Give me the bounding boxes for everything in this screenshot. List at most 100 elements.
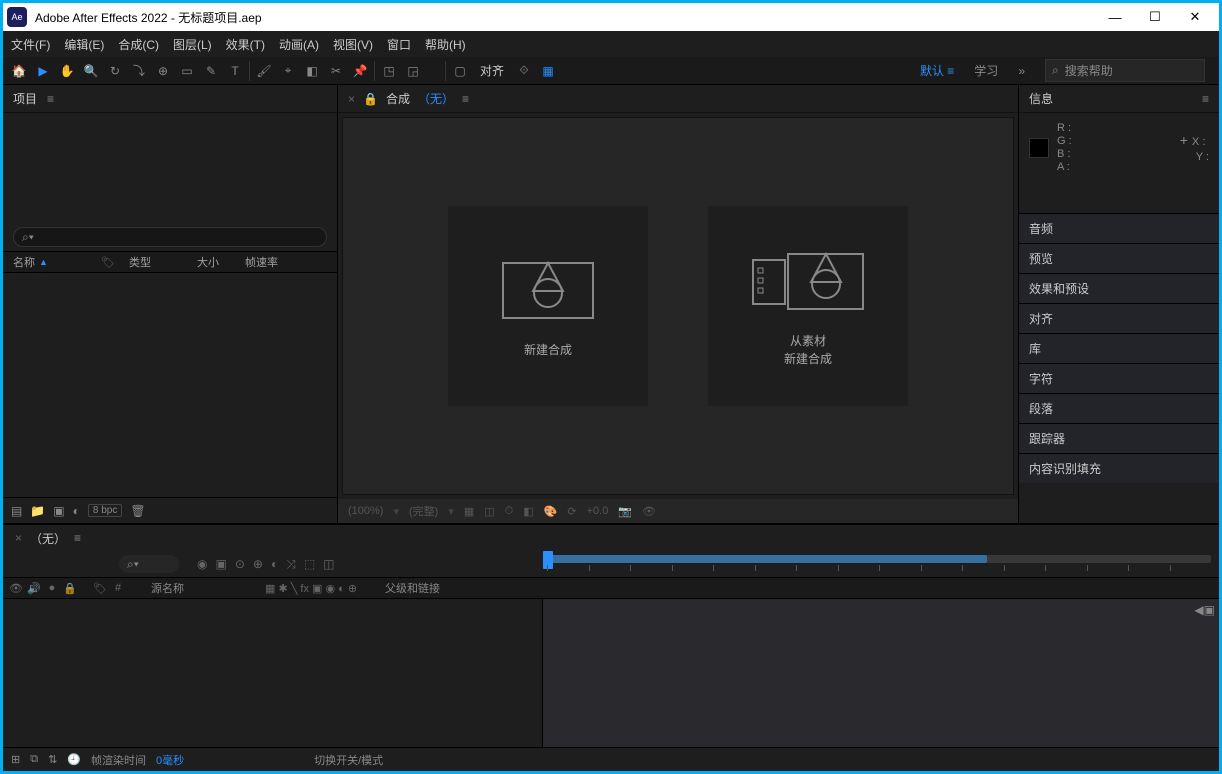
mask-icon[interactable]: ◫ — [484, 505, 494, 518]
home-tool[interactable]: 🏠 — [7, 59, 31, 83]
menu-help[interactable]: 帮助(H) — [425, 36, 466, 53]
adjust-icon[interactable]: ◐ — [73, 504, 80, 518]
panel-audio[interactable]: 音频 — [1019, 213, 1219, 243]
tl-icon[interactable]: ⤨ — [286, 557, 296, 572]
new-comp-icon[interactable]: ▣ — [53, 504, 64, 518]
maximize-button[interactable]: ☐ — [1135, 3, 1175, 31]
panel-align[interactable]: 对齐 — [1019, 303, 1219, 333]
panel-character[interactable]: 字符 — [1019, 363, 1219, 393]
refresh-icon[interactable]: ⟳ — [567, 505, 576, 518]
source-name-column[interactable]: 源名称 — [151, 580, 261, 596]
brush-tool[interactable]: 🖌 — [252, 59, 276, 83]
type-tool[interactable]: T — [223, 59, 247, 83]
close-button[interactable]: ✕ — [1175, 3, 1215, 31]
tl-icon[interactable]: ⬚ — [304, 557, 315, 572]
puppet-tool[interactable]: 📌 — [348, 59, 372, 83]
new-comp-from-footage-button[interactable]: 从素材新建合成 — [708, 206, 908, 406]
lock-icon[interactable]: 🔒 — [63, 582, 77, 595]
marker-icon[interactable]: ◀▣ — [1194, 603, 1215, 617]
parent-column[interactable]: 父级和链接 — [385, 580, 440, 596]
exposure-value[interactable]: +0.0 — [587, 505, 609, 517]
menu-animation[interactable]: 动画(A) — [279, 36, 319, 53]
panel-content-aware[interactable]: 内容识别填充 — [1019, 453, 1219, 483]
workspace-default[interactable]: 默认 ≡ — [920, 62, 954, 79]
minimize-button[interactable]: — — [1095, 3, 1135, 31]
eraser-tool[interactable]: ◧ — [300, 59, 324, 83]
zoom-tool[interactable]: 🔍 — [79, 59, 103, 83]
panel-tracker[interactable]: 跟踪器 — [1019, 423, 1219, 453]
lock-icon[interactable]: 🔒 — [363, 92, 378, 106]
project-items[interactable] — [3, 273, 337, 497]
anchor-tool[interactable]: ⊕ — [151, 59, 175, 83]
solo-icon[interactable]: ● — [45, 582, 59, 594]
orbit-tool[interactable]: ↻ — [103, 59, 127, 83]
workspace-learn[interactable]: 学习 — [974, 62, 998, 79]
folder-icon[interactable]: 📁 — [30, 504, 45, 518]
region-icon[interactable]: ◧ — [523, 505, 533, 518]
help-search[interactable]: ⌕ 搜索帮助 — [1045, 59, 1205, 82]
tl-foot-icon[interactable]: ⊞ — [11, 753, 20, 766]
tl-icon[interactable]: ◫ — [323, 557, 334, 572]
color-icon[interactable]: 🎨 — [544, 505, 558, 518]
menu-window[interactable]: 窗口 — [387, 36, 411, 53]
menu-edit[interactable]: 编辑(E) — [64, 36, 104, 53]
tl-icon[interactable]: ⊕ — [253, 557, 263, 572]
tl-icon[interactable]: ▣ — [215, 557, 226, 572]
hamburger-icon[interactable]: ≡ — [462, 92, 469, 106]
bpc-toggle[interactable]: 8 bpc — [88, 504, 122, 517]
menu-composition[interactable]: 合成(C) — [118, 36, 159, 53]
tl-foot-icon[interactable]: ⧉ — [30, 753, 38, 766]
project-search[interactable]: ⌕▾ — [13, 227, 327, 247]
label-icon[interactable]: 🏷 — [93, 582, 107, 595]
timeline-layers-left[interactable] — [3, 599, 543, 747]
shape-tool-2[interactable]: ◲ — [401, 59, 425, 83]
snap-toggle[interactable]: ▦ — [536, 59, 560, 83]
interpret-icon[interactable]: ▤ — [11, 504, 22, 518]
snapshot-icon[interactable]: 📷 — [618, 505, 632, 518]
snap-icon[interactable]: ⟐ — [512, 59, 536, 83]
audio-icon[interactable]: 🔊 — [27, 582, 41, 595]
menu-layer[interactable]: 图层(L) — [173, 36, 212, 53]
roto-tool[interactable]: ✂ — [324, 59, 348, 83]
info-tab[interactable]: 信息≡ — [1019, 85, 1219, 113]
tl-icon[interactable]: ⊙ — [235, 557, 245, 572]
menu-file[interactable]: 文件(F) — [11, 36, 50, 53]
grid-icon[interactable]: ▦ — [464, 505, 474, 518]
trash-icon[interactable]: 🗑 — [130, 504, 145, 518]
timeline-ruler[interactable] — [543, 551, 1219, 577]
tl-foot-icon[interactable]: ⇅ — [48, 753, 57, 766]
zoom-level[interactable]: (100%) — [348, 505, 383, 517]
hamburger-icon[interactable]: ≡ — [1202, 92, 1209, 106]
hand-tool[interactable]: ✋ — [55, 59, 79, 83]
hamburger-icon[interactable]: ≡ — [74, 531, 81, 545]
rotate-tool[interactable]: ⤵ — [127, 59, 151, 83]
timeline-search[interactable]: ⌕▾ — [119, 555, 179, 573]
panel-libraries[interactable]: 库 — [1019, 333, 1219, 363]
menu-effect[interactable]: 效果(T) — [226, 36, 265, 53]
eye-icon[interactable]: 👁 — [9, 582, 23, 595]
project-columns-header[interactable]: 名称▲ 🏷 类型 大小 帧速率 — [3, 251, 337, 273]
pen-tool[interactable]: ✎ — [199, 59, 223, 83]
menu-view[interactable]: 视图(V) — [333, 36, 373, 53]
composition-tab[interactable]: × 🔒 合成 （无） ≡ — [338, 85, 1018, 113]
hamburger-icon[interactable]: ≡ — [47, 92, 54, 106]
time-icon[interactable]: ⏱ — [505, 505, 514, 518]
toggle-switches[interactable]: 切换开关/模式 — [314, 752, 383, 768]
panel-effects[interactable]: 效果和预设 — [1019, 273, 1219, 303]
tl-icon[interactable]: ◉ — [197, 557, 207, 572]
workspace-more[interactable]: » — [1018, 64, 1025, 78]
selection-tool[interactable]: ▶ — [31, 59, 55, 83]
new-composition-button[interactable]: 新建合成 — [448, 206, 648, 406]
tl-icon[interactable]: ◐ — [271, 557, 278, 572]
panel-paragraph[interactable]: 段落 — [1019, 393, 1219, 423]
shape-tool-1[interactable]: ◳ — [377, 59, 401, 83]
project-tab[interactable]: 项目≡ — [3, 85, 337, 113]
rect-tool[interactable]: ▭ — [175, 59, 199, 83]
timeline-tab[interactable]: × （无） ≡ — [3, 525, 1219, 551]
panel-preview[interactable]: 预览 — [1019, 243, 1219, 273]
resolution-select[interactable]: (完整) — [409, 503, 438, 519]
view-icon[interactable]: 👁 — [642, 505, 656, 518]
clone-tool[interactable]: ⌖ — [276, 59, 300, 83]
timeline-layers-right[interactable]: ◀▣ — [543, 599, 1219, 747]
align-label[interactable]: 对齐 — [480, 62, 504, 79]
